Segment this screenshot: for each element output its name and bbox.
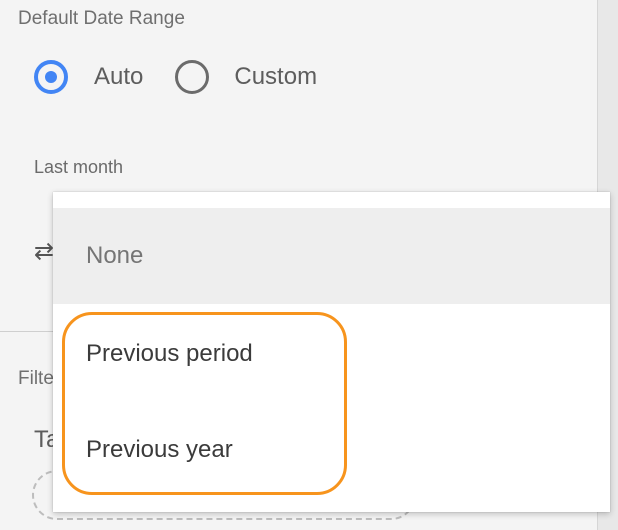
dropdown-option-previous-period[interactable]: Previous period: [53, 306, 610, 402]
date-range-value: Last month: [34, 157, 124, 177]
date-range-radio-group: Auto Custom: [34, 60, 349, 94]
date-range-section-label: Default Date Range: [18, 8, 185, 29]
radio-custom[interactable]: Custom: [175, 60, 317, 94]
compare-arrows-icon: ⇄: [34, 238, 55, 265]
radio-auto-label[interactable]: Auto: [94, 63, 143, 91]
comparison-dropdown-menu: None Previous period Previous year: [53, 192, 610, 512]
dropdown-option-none[interactable]: None: [53, 208, 610, 304]
filter-section-label: Filte: [18, 368, 54, 389]
radio-custom-label[interactable]: Custom: [234, 63, 317, 91]
radio-checked-icon[interactable]: [34, 60, 68, 94]
dropdown-option-previous-year[interactable]: Previous year: [53, 402, 610, 498]
radio-auto[interactable]: Auto: [34, 60, 143, 94]
radio-unchecked-icon[interactable]: [175, 60, 210, 94]
